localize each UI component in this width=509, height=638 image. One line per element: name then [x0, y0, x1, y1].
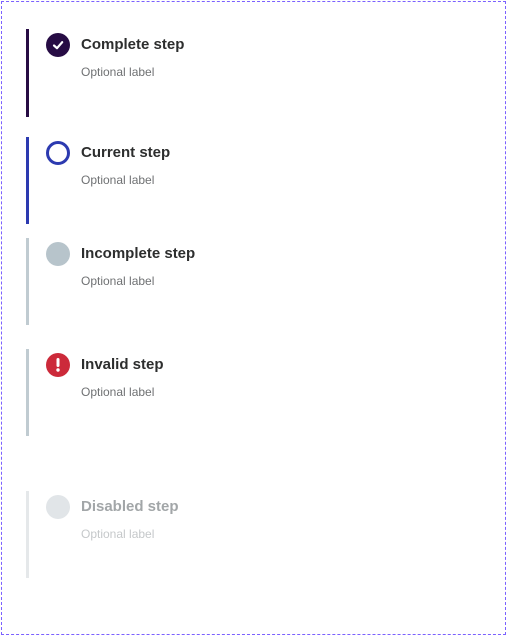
check-circle-icon — [46, 33, 70, 57]
step-progress-bar — [26, 349, 29, 436]
step-progress-bar — [26, 238, 29, 325]
empty-circle-icon — [46, 141, 70, 165]
step-title: Complete step — [81, 36, 185, 53]
step-title: Current step — [81, 144, 171, 161]
error-icon — [46, 353, 70, 377]
filled-circle-icon — [46, 495, 70, 519]
step-progress-bar — [26, 491, 29, 578]
step-optional-label: Optional label — [81, 173, 155, 187]
step-optional-label: Optional label — [81, 65, 155, 79]
filled-circle-icon — [46, 242, 70, 266]
step-optional-label: Optional label — [81, 274, 155, 288]
step-current[interactable]: Current step Optional label — [26, 137, 486, 224]
step-invalid[interactable]: Invalid step Optional label — [26, 349, 486, 436]
step-optional-label: Optional label — [81, 527, 155, 541]
step-progress-bar — [26, 29, 29, 117]
step-title: Invalid step — [81, 356, 164, 373]
step-complete[interactable]: Complete step Optional label — [26, 29, 486, 117]
progress-indicator: Complete step Optional label Current ste… — [1, 1, 506, 635]
step-disabled: Disabled step Optional label — [26, 491, 486, 578]
step-optional-label: Optional label — [81, 385, 155, 399]
step-title: Disabled step — [81, 498, 179, 515]
step-title: Incomplete step — [81, 245, 196, 262]
step-progress-bar — [26, 137, 29, 224]
step-incomplete[interactable]: Incomplete step Optional label — [26, 238, 486, 325]
